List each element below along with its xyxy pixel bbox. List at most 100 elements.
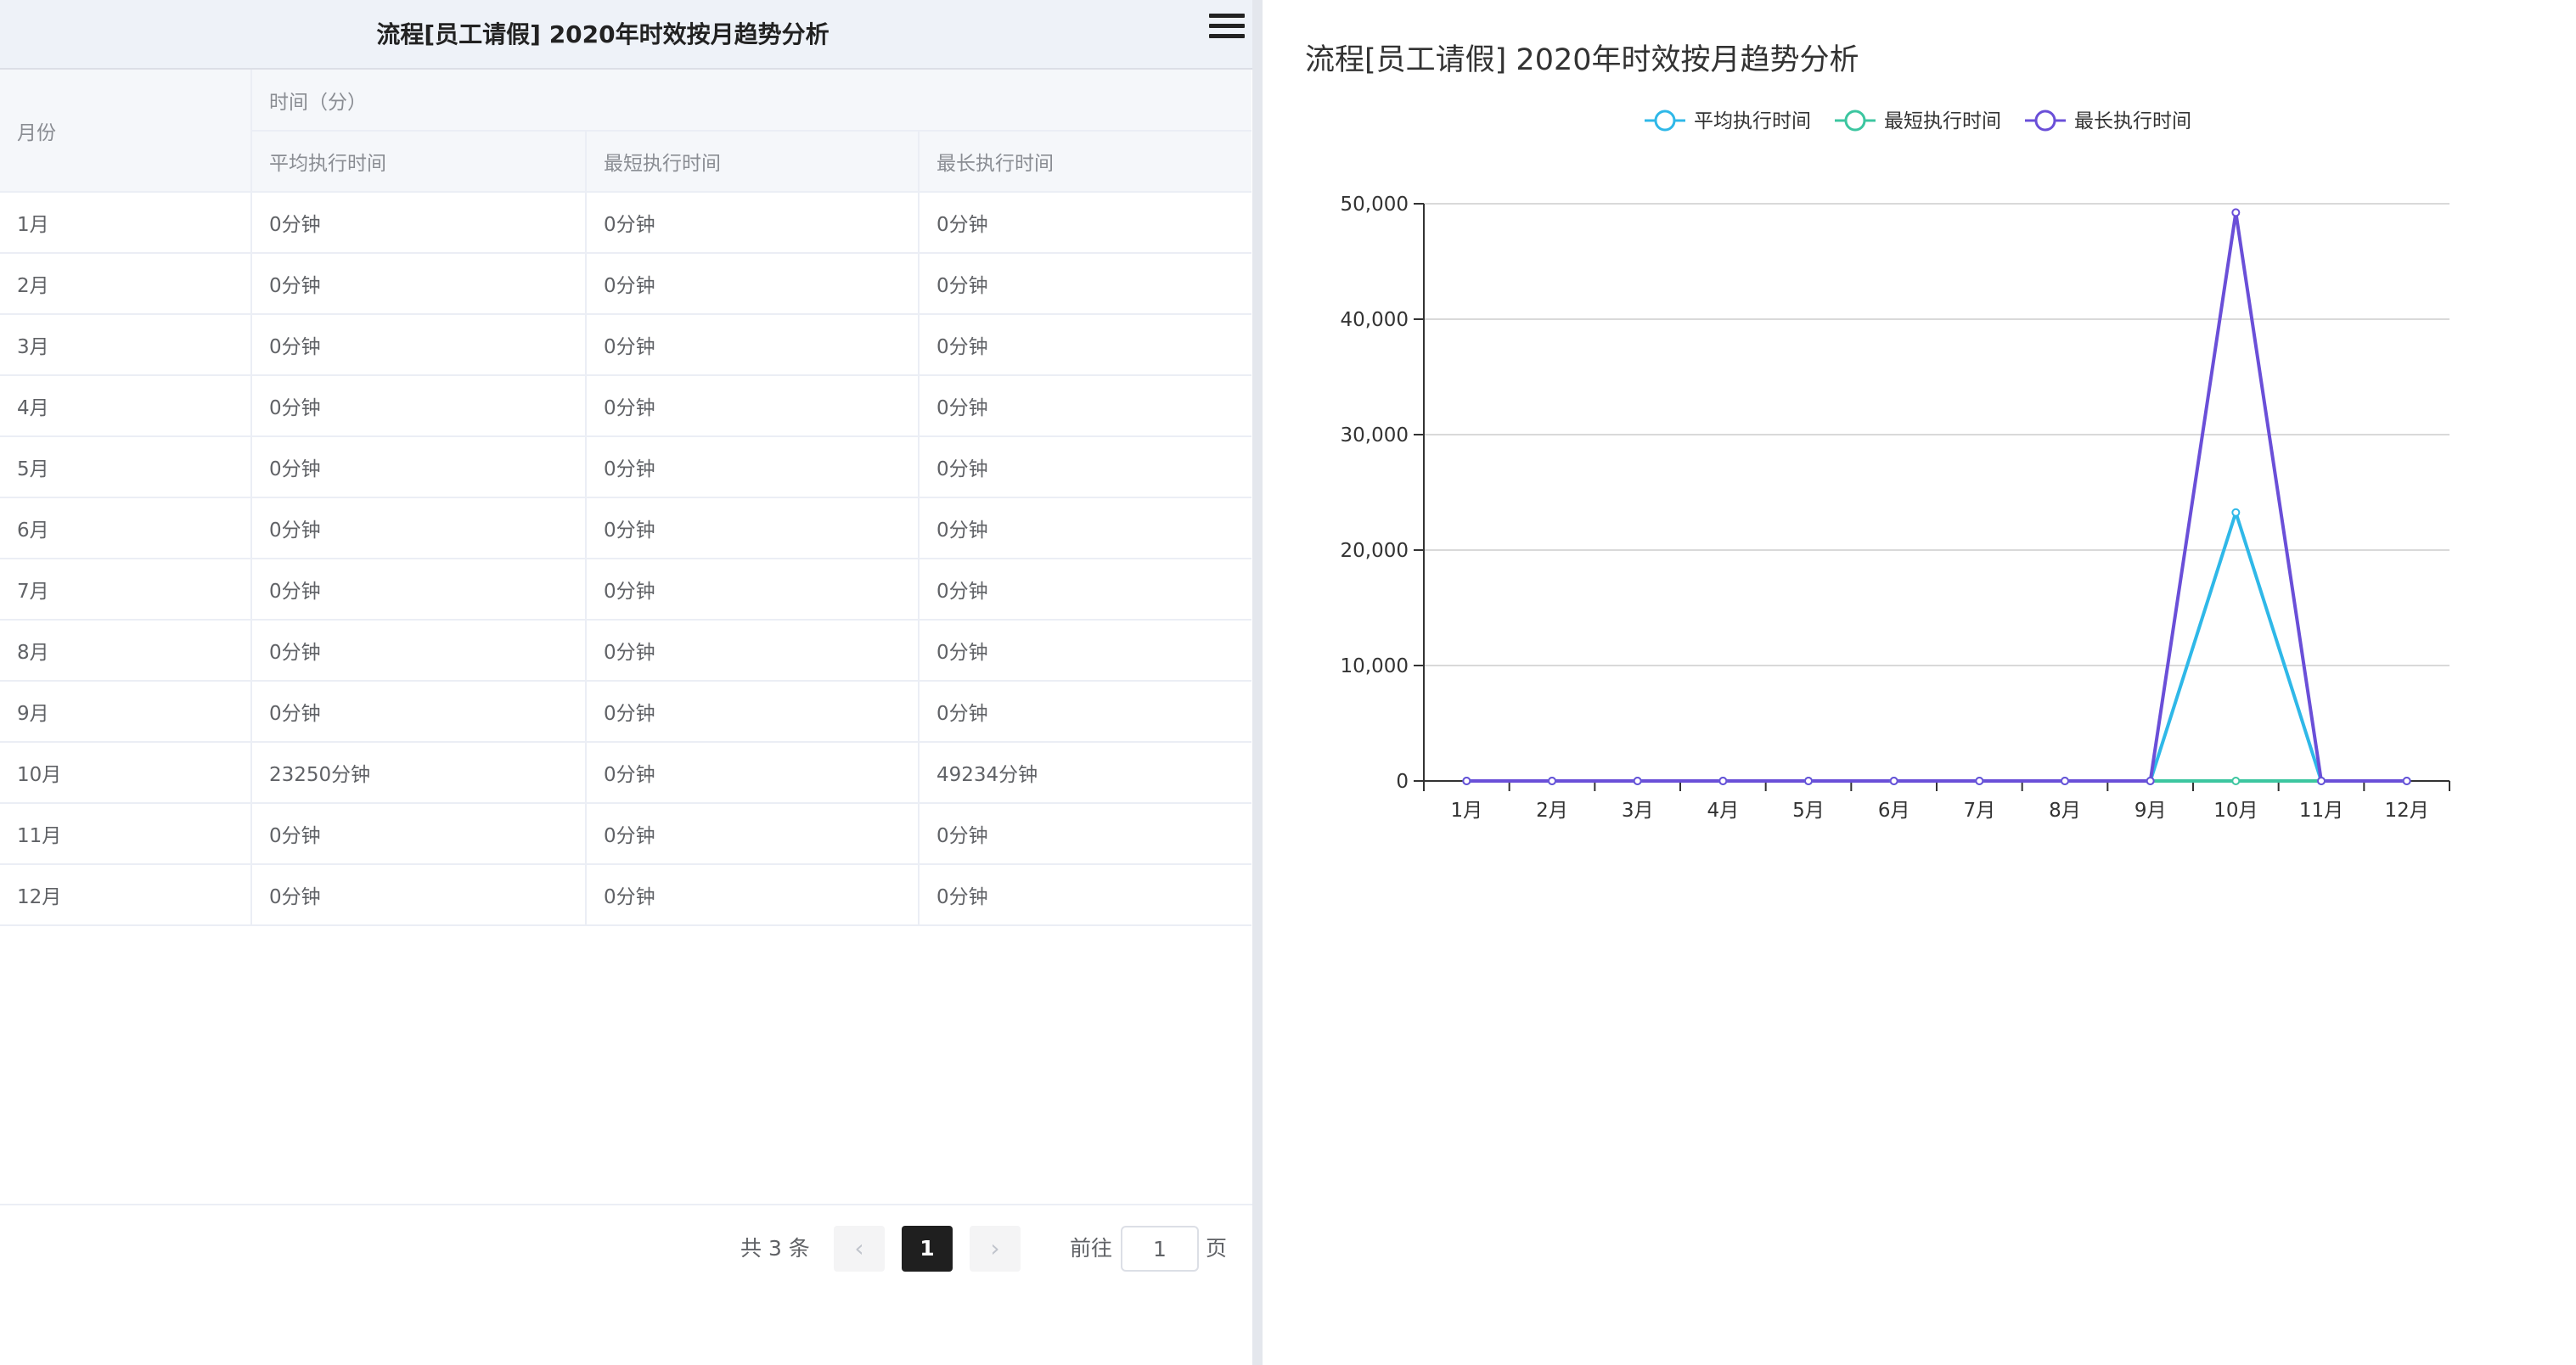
x-tick-label: 11月 xyxy=(2299,800,2343,822)
time-cell: 0分钟 xyxy=(251,436,587,498)
x-tick-label: 1月 xyxy=(1451,800,1483,822)
month-cell: 11月 xyxy=(0,803,252,865)
hamburger-menu-icon[interactable] xyxy=(1209,14,1245,39)
time-cell: 0分钟 xyxy=(251,314,587,376)
table-row: 7月 0分钟 0分钟 0分钟 xyxy=(0,559,1252,621)
data-point xyxy=(2317,777,2326,785)
pagination-goto-unit: 页 xyxy=(1206,1236,1228,1261)
pagination-total: 共 3 条 xyxy=(740,1236,810,1261)
data-point xyxy=(2231,777,2241,785)
legend-label: 最长执行时间 xyxy=(2074,110,2191,132)
month-cell: 7月 xyxy=(0,559,252,621)
time-cell: 0分钟 xyxy=(586,375,920,437)
month-cell: 2月 xyxy=(0,253,252,315)
y-tick-label: 50,000 xyxy=(1341,194,1409,216)
column-header: 最长执行时间 xyxy=(919,131,1252,193)
y-tick-label: 0 xyxy=(1396,771,1409,793)
time-cell: 0分钟 xyxy=(586,803,920,865)
x-tick-label: 3月 xyxy=(1622,800,1654,822)
time-cell: 0分钟 xyxy=(919,375,1252,437)
pagination-divider xyxy=(0,1204,1252,1205)
trend-table: 月份 时间（分） 平均执行时间 最短执行时间 最长执行时间 1月 0分钟 0分钟 0分钟 2… xyxy=(0,70,1252,926)
time-cell: 0分钟 xyxy=(251,681,587,743)
y-tick-label: 20,000 xyxy=(1341,540,1409,562)
y-tick-label: 30,000 xyxy=(1341,424,1409,447)
series-line xyxy=(1466,211,2407,783)
pagination-goto-label: 前往 xyxy=(1070,1236,1113,1261)
panel-divider[interactable] xyxy=(1252,0,1263,1365)
time-cell: 0分钟 xyxy=(919,681,1252,743)
table-row: 6月 0分钟 0分钟 0分钟 xyxy=(0,497,1252,559)
data-point xyxy=(1889,777,1898,785)
time-cell: 0分钟 xyxy=(586,436,920,498)
time-cell: 0分钟 xyxy=(586,620,920,682)
data-point xyxy=(1462,777,1471,785)
table-row: 8月 0分钟 0分钟 0分钟 xyxy=(0,620,1252,682)
x-tick-label: 12月 xyxy=(2385,800,2429,822)
chevron-right-icon[interactable]: › xyxy=(970,1226,1021,1272)
data-point xyxy=(1548,777,1556,785)
time-cell: 0分钟 xyxy=(919,497,1252,559)
data-point xyxy=(1633,777,1642,785)
time-cell: 0分钟 xyxy=(919,620,1252,682)
time-cell: 0分钟 xyxy=(919,314,1252,376)
time-cell: 0分钟 xyxy=(919,253,1252,315)
table-row: 1月 0分钟 0分钟 0分钟 xyxy=(0,192,1252,254)
table-row: 4月 0分钟 0分钟 0分钟 xyxy=(0,375,1252,437)
x-tick-label: 8月 xyxy=(2049,800,2081,822)
time-cell: 0分钟 xyxy=(919,436,1252,498)
y-tick-label: 40,000 xyxy=(1341,309,1409,331)
legend-marker xyxy=(2034,110,2056,132)
data-point xyxy=(2061,777,2069,785)
x-tick-label: 6月 xyxy=(1878,800,1910,822)
pagination-page-1[interactable]: 1 xyxy=(902,1226,953,1272)
data-point xyxy=(2231,208,2241,217)
month-cell: 1月 xyxy=(0,192,252,254)
time-cell: 23250分钟 xyxy=(251,742,587,804)
data-point xyxy=(2146,777,2155,785)
month-cell: 4月 xyxy=(0,375,252,437)
time-cell: 0分钟 xyxy=(586,192,920,254)
legend-label: 最短执行时间 xyxy=(1884,110,2001,132)
time-cell: 0分钟 xyxy=(251,497,587,559)
month-cell: 5月 xyxy=(0,436,252,498)
time-cell: 0分钟 xyxy=(919,864,1252,926)
month-cell: 6月 xyxy=(0,497,252,559)
x-tick-label: 5月 xyxy=(1792,800,1825,822)
table-row: 12月 0分钟 0分钟 0分钟 xyxy=(0,864,1252,926)
pagination-goto-input[interactable] xyxy=(1121,1226,1199,1272)
time-cell: 0分钟 xyxy=(586,742,920,804)
column-header: 最短执行时间 xyxy=(586,131,920,193)
x-tick-label: 10月 xyxy=(2213,800,2258,822)
legend-marker xyxy=(1654,110,1676,132)
table-row: 5月 0分钟 0分钟 0分钟 xyxy=(0,436,1252,498)
table-row: 11月 0分钟 0分钟 0分钟 xyxy=(0,803,1252,865)
month-cell: 12月 xyxy=(0,864,252,926)
x-tick-label: 4月 xyxy=(1707,800,1740,822)
time-cell: 0分钟 xyxy=(251,864,587,926)
table-row: 3月 0分钟 0分钟 0分钟 xyxy=(0,314,1252,376)
line-chart: 0 10,000 20,000 30,000 40,000 50,000 1月 2月 3月 4月 5… xyxy=(1341,110,2450,822)
data-point xyxy=(2402,777,2411,785)
chevron-left-icon[interactable]: ‹ xyxy=(834,1226,885,1272)
time-cell: 0分钟 xyxy=(251,803,587,865)
month-cell: 3月 xyxy=(0,314,252,376)
time-cell: 49234分钟 xyxy=(919,742,1252,804)
pagination: 共 3 条 ‹ 1 › 前往 页 xyxy=(0,1224,1252,1273)
x-tick-label: 2月 xyxy=(1536,800,1568,822)
time-cell: 0分钟 xyxy=(251,375,587,437)
legend-marker xyxy=(1844,110,1866,132)
series-line xyxy=(1466,510,2407,783)
time-cell: 0分钟 xyxy=(586,497,920,559)
time-group-header: 时间（分） xyxy=(251,70,1252,132)
time-cell: 0分钟 xyxy=(919,803,1252,865)
x-tick-label: 7月 xyxy=(1964,800,1996,822)
table-title-bar: 流程[员工请假] 2020年时效按月趋势分析 xyxy=(0,0,1252,70)
table-row: 9月 0分钟 0分钟 0分钟 xyxy=(0,681,1252,743)
time-cell: 0分钟 xyxy=(586,314,920,376)
table-row: 10月 23250分钟 0分钟 49234分钟 xyxy=(0,742,1252,804)
month-cell: 9月 xyxy=(0,681,252,743)
time-cell: 0分钟 xyxy=(586,559,920,621)
legend-label: 平均执行时间 xyxy=(1694,110,1811,132)
data-point xyxy=(1718,777,1728,785)
